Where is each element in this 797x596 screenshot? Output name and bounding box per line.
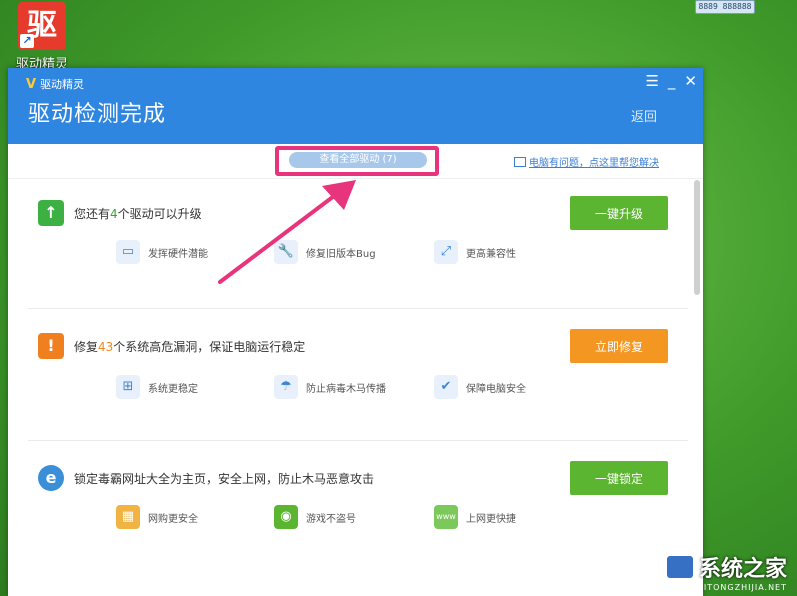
vulnerability-count: 43 [98,339,114,354]
feature-item: 🔧 修复旧版本Bug [274,240,376,264]
title-bar: V 驱动精灵 驱动检测完成 ☰ _ ✕ 返回 [8,68,703,144]
help-link[interactable]: 电脑有问题，点这里帮您解决 [514,154,659,169]
desktop-shortcut-driver-genius[interactable]: 驱 ↗ 驱动精灵 [14,2,70,72]
watermark-url: XITONGZHIJIA.NET [697,583,787,592]
fix-now-button[interactable]: 立即修复 [570,329,668,363]
section-header: e 锁定毒霸网址大全为主页，安全上网，防止木马恶意攻击 [38,465,374,491]
minimize-icon[interactable]: _ [668,72,676,90]
www-icon: www [434,505,458,529]
watermark: 系统之家 XITONGZHIJIA.NET [666,551,787,592]
monitor-icon [514,156,526,167]
driver-count: 4 [110,206,118,221]
section-text: 锁定毒霸网址大全为主页，安全上网，防止木马恶意攻击 [74,471,375,486]
watermark-title: 系统之家 [666,551,787,583]
shortcut-arrow-icon: ↗ [20,34,34,48]
toolbar: 查看全部驱动 (7) 电脑有问题，点这里帮您解决 [8,144,703,179]
feature-item: ☂ 防止病毒木马传播 [274,375,386,399]
section-header: ! 修复43个系统高危漏洞，保证电脑运行稳定 [38,333,305,359]
section-header: ↑ 您还有4个驱动可以升级 [38,200,202,226]
feature-label: 防止病毒木马传播 [306,383,386,395]
shield-warning-icon: ! [38,333,64,359]
back-link[interactable]: 返回 [631,106,657,125]
feature-item: ▭ 发挥硬件潜能 [116,240,208,264]
section-text: 您还有4个驱动可以升级 [74,206,202,221]
section-driver-upgrade: ↑ 您还有4个驱动可以升级 一键升级 ▭ 发挥硬件潜能 🔧 修复旧版本Bug ⤢… [28,178,688,308]
feature-item: ◉ 游戏不盗号 [274,505,356,529]
feature-label: 更高兼容性 [466,248,516,260]
feature-label: 保障电脑安全 [466,383,526,395]
window-controls: ☰ _ ✕ [645,72,697,90]
wrench-icon: 🔧 [274,240,298,264]
app-logo-icon: V [26,76,37,92]
gamepad-icon: ◉ [274,505,298,529]
feature-label: 系统更稳定 [148,383,198,395]
help-link-label: 电脑有问题，点这里帮您解决 [529,158,659,169]
one-click-upgrade-button[interactable]: 一键升级 [570,196,668,230]
close-icon[interactable]: ✕ [684,72,697,90]
umbrella-icon: ☂ [274,375,298,399]
feature-item: ⤢ 更高兼容性 [434,240,516,264]
feature-label: 游戏不盗号 [306,513,356,525]
ie-browser-icon: e [38,465,64,491]
feature-item: ⊞ 系统更稳定 [116,375,198,399]
section-text: 修复43个系统高危漏洞，保证电脑运行稳定 [74,339,306,354]
watermark-logo-icon [666,556,693,578]
app-window: V 驱动精灵 驱动检测完成 ☰ _ ✕ 返回 查看全部驱动 (7) 电脑有问题，… [8,68,703,596]
windows-icon: ⊞ [116,375,140,399]
upgrade-arrow-icon: ↑ [38,200,64,226]
driver-genius-logo-icon: 驱 ↗ [18,2,66,50]
monitor-icon: ▭ [116,240,140,264]
menu-icon[interactable]: ☰ [645,72,658,90]
one-click-lock-button[interactable]: 一键锁定 [570,461,668,495]
feature-label: 网购更安全 [148,513,198,525]
feature-item: ✔ 保障电脑安全 [434,375,526,399]
shop-icon: ▦ [116,505,140,529]
highlight-box [275,146,439,176]
expand-icon: ⤢ [434,240,458,264]
feature-label: 修复旧版本Bug [306,248,376,260]
feature-item: ▦ 网购更安全 [116,505,198,529]
feature-item: www 上网更快捷 [434,505,516,529]
tray-widget: 8889 888888 [695,0,755,14]
section-homepage-lock: e 锁定毒霸网址大全为主页，安全上网，防止木马恶意攻击 一键锁定 ▦ 网购更安全… [28,440,688,591]
shield-check-icon: ✔ [434,375,458,399]
app-name: 驱动精灵 [40,78,85,91]
feature-label: 上网更快捷 [466,513,516,525]
page-title: 驱动检测完成 [28,102,167,127]
scrollbar-thumb[interactable] [694,180,700,295]
section-vulnerability-fix: ! 修复43个系统高危漏洞，保证电脑运行稳定 立即修复 ⊞ 系统更稳定 ☂ 防止… [28,308,688,439]
app-branding: V 驱动精灵 [26,76,84,92]
feature-label: 发挥硬件潜能 [148,248,208,260]
